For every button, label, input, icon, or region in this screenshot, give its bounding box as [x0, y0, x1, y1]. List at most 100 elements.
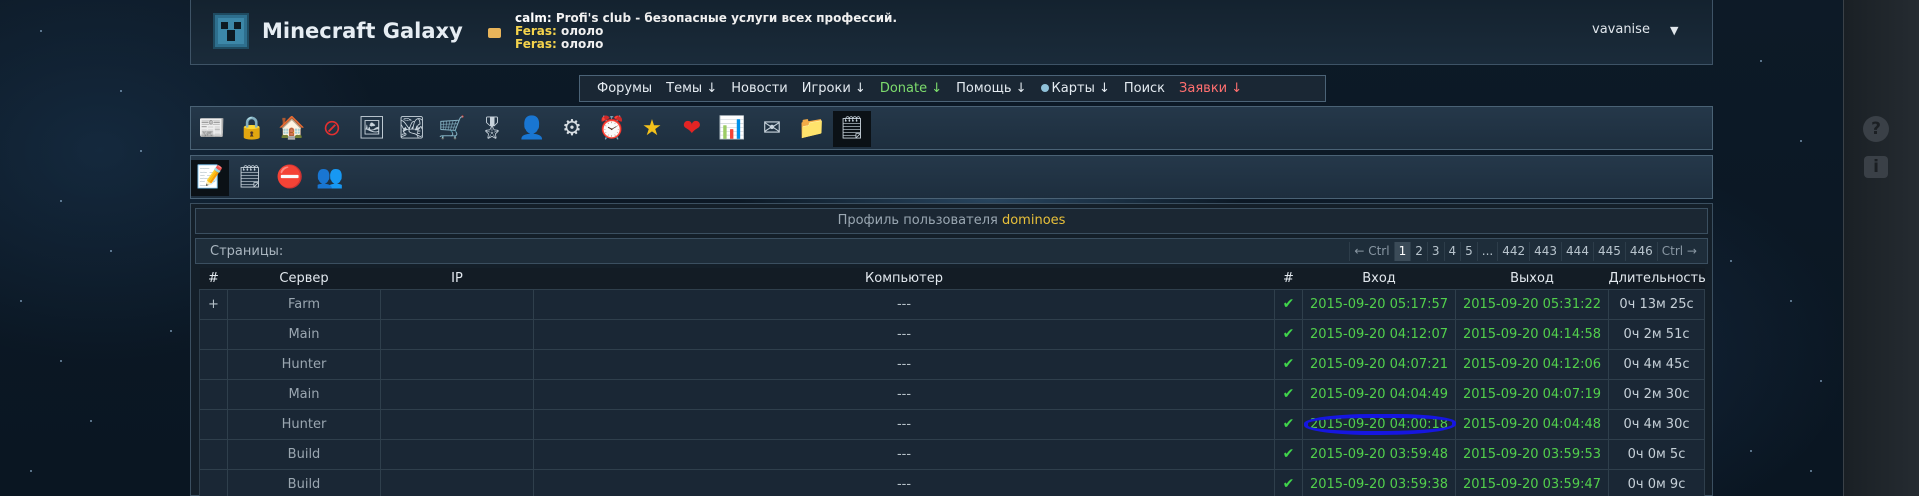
star [1760, 60, 1762, 62]
chat-author[interactable]: Feras: [515, 24, 557, 38]
user-menu-caret-icon[interactable]: ▼ [1670, 24, 1678, 37]
star [1820, 380, 1822, 382]
row-login-time: 2015-09-20 05:17:57 [1302, 288, 1456, 320]
nav-news[interactable]: Новости [724, 81, 795, 96]
row-login-time: 2015-09-20 04:00:18 [1302, 408, 1456, 440]
row-number[interactable]: + [199, 288, 228, 320]
star-icon[interactable]: ★ [633, 111, 671, 147]
nav-players[interactable]: Игроки ↓ [795, 81, 873, 96]
row-logout-time: 2015-09-20 04:14:58 [1455, 318, 1609, 350]
row-server: Main [227, 318, 381, 350]
row-login-time: 2015-09-20 03:59:48 [1302, 438, 1456, 470]
pagination-page[interactable]: 446 [1624, 242, 1657, 261]
row-duration-text: 0ч 4м 30с [1623, 416, 1690, 432]
row-status-check-icon-text: ✔ [1282, 356, 1295, 372]
pagination-page[interactable]: 5 [1460, 242, 1477, 261]
image-icon[interactable]: 🏞 [393, 111, 431, 147]
pagination-page[interactable]: 445 [1592, 242, 1625, 261]
row-login-time: 2015-09-20 03:59:38 [1302, 468, 1456, 496]
news-icon[interactable]: 📰 [193, 111, 231, 147]
pagination-page[interactable]: 2 [1410, 242, 1427, 261]
col-ip: IP [380, 268, 534, 289]
pagination-page[interactable]: 443 [1529, 242, 1561, 261]
row-server-text: Main [288, 386, 320, 402]
gear-icon[interactable]: ⚙ [553, 111, 591, 147]
stop-icon[interactable]: ⛔ [271, 160, 309, 196]
medal-icon[interactable]: 🎖 [473, 111, 511, 147]
nav-forums[interactable]: Форумы [590, 81, 659, 96]
row-duration: 0ч 13м 25с [1608, 288, 1705, 320]
nav-requests[interactable]: Заявки ↓ [1172, 81, 1249, 96]
pagination-page[interactable]: 4 [1443, 242, 1461, 261]
star [1750, 450, 1752, 452]
row-duration: 0ч 0м 9с [1608, 468, 1705, 496]
chart-icon[interactable]: 📊 [713, 111, 751, 147]
ban-icon[interactable]: ⊘ [313, 111, 351, 147]
row-computer-text: --- [896, 416, 912, 432]
row-status-check-icon-text: ✔ [1282, 476, 1295, 492]
row-login-time: 2015-09-20 04:04:49 [1302, 378, 1456, 410]
chat-feed: calm: Profi's club - безопасные услуги в… [515, 12, 897, 51]
nav-donate[interactable]: Donate ↓ [873, 81, 949, 96]
pagination-page[interactable]: 444 [1561, 242, 1593, 261]
row-duration-text: 0ч 2м 30с [1623, 386, 1690, 402]
users-icon[interactable]: 👥 [311, 160, 349, 196]
col-server: Сервер [227, 268, 381, 289]
row-ip [380, 438, 534, 470]
row-login-time-text: 2015-09-20 05:17:57 [1309, 296, 1449, 312]
table-row: Build --- ✔ 2015-09-20 03:59:38 2015-09-20 0… [199, 468, 1705, 496]
right-side-panel [1843, 0, 1919, 496]
row-number [199, 468, 228, 496]
site-title[interactable]: Minecraft Galaxy [262, 19, 463, 43]
row-server: Build [227, 438, 381, 470]
row-ip [380, 288, 534, 320]
folder-icon[interactable]: 📁 [793, 111, 831, 147]
nav-help[interactable]: Помощь ↓ [949, 81, 1033, 96]
row-duration: 0ч 4м 45с [1608, 348, 1705, 380]
notepad-icon[interactable]: 🗒 [231, 160, 269, 196]
user-menu[interactable]: vavanise [1592, 22, 1650, 37]
pagination-page[interactable]: 442 [1497, 242, 1529, 261]
home-icon[interactable]: 🏠 [273, 111, 311, 147]
row-duration: 0ч 0м 5с [1608, 438, 1705, 470]
profile-username[interactable]: dominoes [1002, 213, 1065, 228]
row-ip [380, 348, 534, 380]
table-row: + Farm --- ✔ 2015-09-20 05:17:57 2015-09-20 0… [199, 288, 1705, 320]
nav-maps[interactable]: Карты ↓ [1034, 81, 1117, 96]
chat-author[interactable]: Feras: [515, 37, 557, 51]
mail-icon[interactable]: ✉ [753, 111, 791, 147]
row-ip [380, 378, 534, 410]
table-row: Build --- ✔ 2015-09-20 03:59:48 2015-09-20 0… [199, 438, 1705, 470]
row-logout-time: 2015-09-20 03:59:47 [1455, 468, 1609, 496]
cart-icon[interactable]: 🛒 [433, 111, 471, 147]
chat-envelope-icon[interactable] [488, 28, 501, 38]
nav-topics[interactable]: Темы ↓ [659, 81, 724, 96]
edit-note-icon[interactable]: 📝 [191, 160, 229, 196]
help-icon[interactable]: ? [1863, 116, 1889, 142]
row-ip [380, 408, 534, 440]
heart-icon[interactable]: ❤ [673, 111, 711, 147]
pagination-next[interactable]: Ctrl → [1656, 242, 1701, 261]
chat-author[interactable]: calm: [515, 11, 552, 25]
pagination-page[interactable]: 3 [1426, 242, 1444, 261]
nav-search[interactable]: Поиск [1117, 81, 1172, 96]
pager: ← Ctrl 1 2 3 4 5... 442 443 444 445 446 Ctrl → [1349, 242, 1701, 261]
notepad-icon[interactable]: 🗒 [833, 111, 871, 147]
star [1810, 470, 1812, 472]
row-server: Hunter [227, 408, 381, 440]
lock-icon[interactable]: 🔒 [233, 111, 271, 147]
row-number [199, 438, 228, 470]
star [140, 150, 142, 152]
alarm-icon[interactable]: ⏰ [593, 111, 631, 147]
creeper-logo-icon[interactable] [213, 13, 249, 49]
row-login-time-text: 2015-09-20 04:07:21 [1309, 356, 1449, 372]
row-computer: --- [533, 318, 1275, 350]
info-icon[interactable]: i [1864, 156, 1888, 178]
star [60, 360, 62, 362]
row-number [199, 378, 228, 410]
pagination-prev[interactable]: ← Ctrl [1349, 242, 1393, 261]
user-icon[interactable]: 👤 [513, 111, 551, 147]
pagination-page[interactable]: 1 [1393, 242, 1411, 261]
row-login-time-text: 2015-09-20 04:12:07 [1309, 326, 1449, 342]
picture-frame-icon[interactable]: 🖼 [353, 111, 391, 147]
